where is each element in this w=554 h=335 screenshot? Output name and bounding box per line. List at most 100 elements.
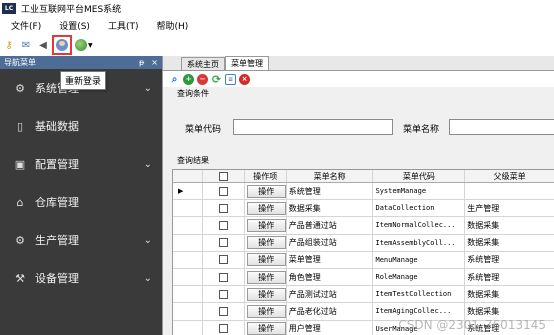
parent-menu-cell[interactable]: 数据采集: [465, 217, 554, 233]
row-selector[interactable]: [173, 268, 203, 286]
operate-button[interactable]: 操作: [246, 218, 286, 232]
row-selector[interactable]: [173, 320, 203, 335]
document-icon[interactable]: ≡: [225, 73, 236, 85]
table-row[interactable]: 操作 角色管理 RoleManage 系统管理: [173, 268, 554, 287]
row-operation-cell: 操作: [245, 234, 287, 251]
menu-name-cell[interactable]: 系统管理: [287, 183, 374, 200]
row-checkbox[interactable]: [218, 289, 228, 299]
menu-code-cell[interactable]: RoleManage: [373, 268, 466, 286]
row-checkbox[interactable]: [218, 306, 228, 316]
menu-name-cell[interactable]: 产品老化过站: [287, 303, 374, 320]
menu-help[interactable]: 帮助(H): [147, 19, 197, 32]
row-checkbox-cell[interactable]: [203, 217, 245, 234]
delete-icon[interactable]: −: [197, 73, 208, 85]
menu-code-cell[interactable]: DataCollection: [373, 200, 466, 217]
globe-icon[interactable]: [75, 39, 87, 51]
header-menu-name[interactable]: 菜单名称: [287, 170, 374, 182]
row-checkbox-cell[interactable]: [203, 234, 245, 251]
row-checkbox[interactable]: [218, 255, 228, 265]
table-row[interactable]: 操作 产品组装过站 ItemAssemblyColl... 数据采集: [173, 234, 554, 252]
menu-settings[interactable]: 设置(S): [50, 19, 99, 32]
operate-button[interactable]: 操作: [246, 287, 286, 301]
relogin-tooltip: 重新登录: [60, 71, 107, 90]
menu-code-cell[interactable]: ItemTestCollection: [373, 286, 466, 303]
menu-name-cell[interactable]: 数据采集: [287, 200, 374, 217]
operate-button[interactable]: 操作: [246, 304, 286, 318]
row-checkbox-cell[interactable]: [203, 251, 245, 268]
row-checkbox[interactable]: [218, 220, 228, 230]
row-selector[interactable]: [173, 251, 203, 268]
parent-menu-cell[interactable]: 数据采集: [465, 286, 554, 302]
menu-name-cell[interactable]: 产品普通过站: [287, 217, 374, 234]
row-checkbox-cell[interactable]: [203, 303, 245, 320]
row-selector[interactable]: [173, 234, 203, 251]
table-row[interactable]: 操作 产品测试过站 ItemTestCollection 数据采集: [173, 286, 554, 304]
menu-name-cell[interactable]: 产品测试过站: [287, 286, 374, 303]
mail-icon[interactable]: ✉: [19, 38, 33, 52]
operate-button[interactable]: 操作: [246, 236, 286, 250]
refresh-icon[interactable]: ⟳: [211, 73, 222, 86]
menu-name-cell[interactable]: 用户管理: [287, 320, 374, 335]
row-checkbox[interactable]: [218, 186, 228, 196]
row-checkbox-cell[interactable]: [203, 268, 245, 286]
nav-item-production[interactable]: ⚙ 生产管理 ⌄: [0, 221, 162, 259]
nav-item-warehouse[interactable]: ⌂ 仓库管理: [0, 183, 162, 221]
search-icon[interactable]: ⌕: [169, 74, 180, 85]
chevron-down-icon[interactable]: ▼: [88, 42, 93, 49]
menu-name-cell[interactable]: 菜单管理: [287, 251, 374, 268]
operate-button[interactable]: 操作: [246, 184, 286, 198]
nav-item-basic-data[interactable]: ▯ 基础数据: [0, 107, 162, 145]
parent-menu-cell[interactable]: 系统管理: [465, 269, 554, 285]
operate-button[interactable]: 操作: [246, 253, 286, 267]
header-parent-menu[interactable]: 父级菜单: [465, 170, 554, 182]
menu-code-input[interactable]: [233, 119, 393, 135]
menu-name-cell[interactable]: 角色管理: [287, 268, 374, 286]
nav-item-config[interactable]: ▣ 配置管理 ⌄: [0, 145, 162, 183]
parent-menu-cell[interactable]: 生产管理: [465, 200, 554, 216]
row-checkbox-cell[interactable]: [203, 183, 245, 200]
row-selector[interactable]: [173, 217, 203, 234]
menu-file[interactable]: 文件(F): [0, 19, 50, 32]
row-selector[interactable]: [173, 200, 203, 217]
operate-button[interactable]: 操作: [246, 270, 286, 284]
key-icon[interactable]: ⚷: [2, 38, 16, 52]
relogin-button[interactable]: [52, 35, 72, 55]
table-row[interactable]: 操作 产品普通过站 ItemNormalCollec... 数据采集: [173, 217, 554, 235]
header-menu-code[interactable]: 菜单代码: [373, 170, 466, 182]
operate-button[interactable]: 操作: [246, 201, 286, 215]
menu-code-cell[interactable]: MenuManage: [373, 251, 466, 268]
header-checkbox-col[interactable]: [203, 170, 245, 182]
add-icon[interactable]: +: [183, 73, 194, 85]
tab-home[interactable]: 系统主页: [181, 57, 225, 70]
menu-code-cell[interactable]: ItemNormalCollec...: [373, 217, 466, 234]
speaker-icon[interactable]: ◀: [36, 38, 50, 52]
select-all-checkbox[interactable]: [218, 171, 228, 181]
row-checkbox[interactable]: [218, 238, 228, 248]
parent-menu-cell[interactable]: [465, 183, 554, 199]
menu-code-cell[interactable]: ItemAssemblyColl...: [373, 234, 466, 251]
nav-item-equipment[interactable]: ⚒ 设备管理 ⌄: [0, 259, 162, 297]
operate-button[interactable]: 操作: [246, 322, 286, 335]
table-row[interactable]: ▶ 操作 系统管理 SystemManage: [173, 183, 554, 201]
menu-code-cell[interactable]: SystemManage: [373, 183, 466, 200]
parent-menu-cell[interactable]: 系统管理: [465, 252, 554, 268]
menu-name-input[interactable]: [449, 119, 554, 135]
tab-menu-management[interactable]: 菜单管理: [225, 56, 269, 70]
menu-name-cell[interactable]: 产品组装过站: [287, 234, 374, 251]
row-checkbox[interactable]: [218, 272, 228, 282]
row-checkbox-cell[interactable]: [203, 200, 245, 217]
row-checkbox[interactable]: [218, 203, 228, 213]
row-checkbox-cell[interactable]: [203, 286, 245, 303]
row-selector[interactable]: ▶: [173, 183, 203, 200]
table-row[interactable]: 操作 数据采集 DataCollection 生产管理: [173, 200, 554, 218]
menu-tools[interactable]: 工具(T): [99, 19, 148, 32]
close-icon[interactable]: ×: [151, 58, 158, 67]
row-selector[interactable]: [173, 286, 203, 303]
row-checkbox-cell[interactable]: [203, 320, 245, 335]
pin-icon[interactable]: ᵽ: [139, 58, 144, 67]
row-checkbox[interactable]: [218, 324, 228, 334]
row-selector[interactable]: [173, 303, 203, 320]
close-icon[interactable]: ×: [239, 73, 250, 85]
parent-menu-cell[interactable]: 数据采集: [465, 235, 554, 251]
table-row[interactable]: 操作 菜单管理 MenuManage 系统管理: [173, 251, 554, 269]
